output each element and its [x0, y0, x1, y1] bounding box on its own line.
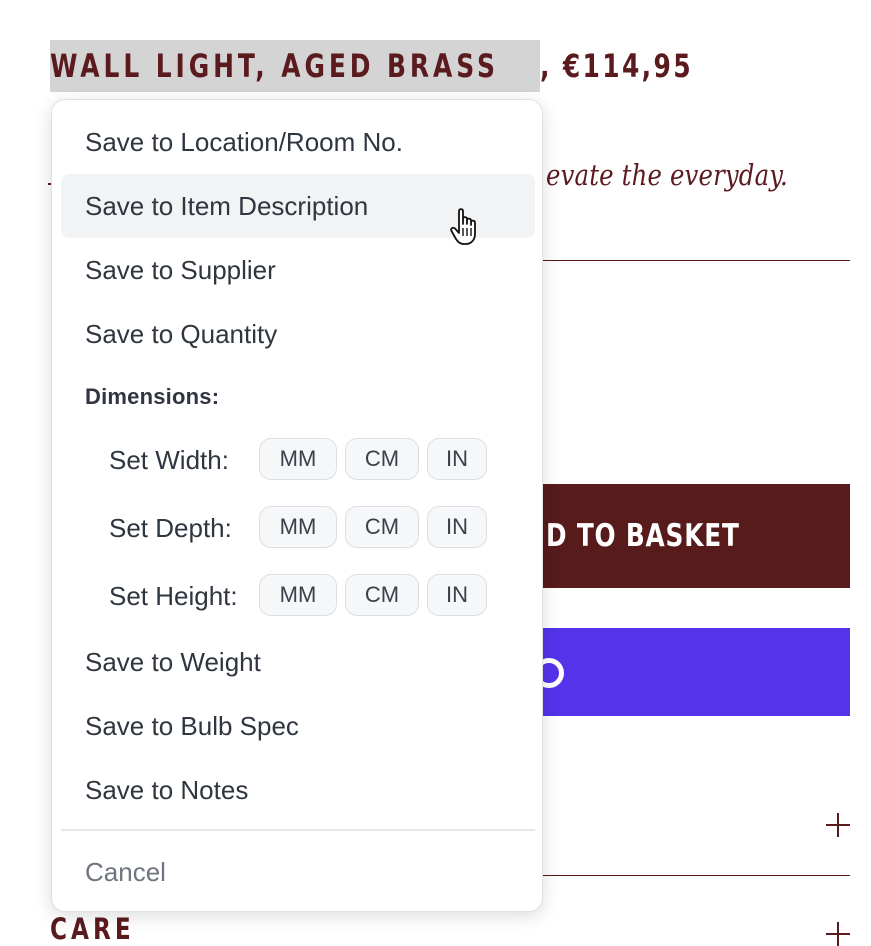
product-title: WALL LIGHT, AGED BRASS [50, 47, 499, 85]
product-tagline: evate the everyday. [546, 158, 788, 192]
shop-pay-button[interactable] [540, 628, 850, 716]
menu-item-label: Save to Quantity [85, 318, 278, 349]
selected-text-highlight: WALL LIGHT, AGED BRASS [50, 40, 540, 92]
shop-logo-icon [540, 658, 564, 688]
divider [540, 875, 850, 876]
menu-item-label: Save to Supplier [85, 254, 276, 285]
height-in-button[interactable]: IN [427, 574, 487, 616]
plus-icon[interactable] [826, 813, 850, 837]
dimension-row-width: Set Width: MM CM IN [109, 438, 487, 482]
product-price: , €114,95 [540, 47, 693, 85]
height-cm-button[interactable]: CM [345, 574, 419, 616]
dimension-label: Set Depth: [109, 512, 232, 543]
menu-item-label: Save to Item Description [85, 190, 369, 221]
dimensions-section-label: Dimensions: [85, 384, 220, 409]
dimension-label: Set Width: [109, 444, 229, 475]
menu-separator [61, 829, 535, 831]
menu-item-save-location[interactable]: Save to Location/Room No. [61, 110, 535, 174]
height-mm-button[interactable]: MM [259, 574, 337, 616]
menu-item-save-bulb-spec[interactable]: Save to Bulb Spec [61, 694, 535, 758]
width-mm-button[interactable]: MM [259, 438, 337, 480]
menu-item-label: Save to Weight [85, 646, 261, 677]
dimension-row-height: Set Height: MM CM IN [109, 574, 487, 618]
add-to-basket-button[interactable]: D TO BASKET [540, 484, 850, 588]
menu-item-save-quantity[interactable]: Save to Quantity [61, 302, 535, 366]
width-in-button[interactable]: IN [427, 438, 487, 480]
cancel-label: Cancel [85, 856, 166, 887]
menu-item-save-weight[interactable]: Save to Weight [61, 630, 535, 694]
product-title-row: WALL LIGHT, AGED BRASS [50, 40, 540, 92]
care-accordion-label[interactable]: CARE [50, 912, 135, 946]
cancel-button[interactable]: Cancel [61, 840, 535, 904]
plus-icon[interactable] [826, 922, 850, 946]
depth-mm-button[interactable]: MM [259, 506, 337, 548]
menu-item-label: Save to Bulb Spec [85, 710, 299, 741]
menu-item-label: Save to Location/Room No. [85, 126, 403, 157]
depth-in-button[interactable]: IN [427, 506, 487, 548]
menu-item-label: Save to Notes [85, 774, 249, 805]
depth-cm-button[interactable]: CM [345, 506, 419, 548]
divider [540, 260, 850, 261]
product-price-row: , €114,95 [540, 40, 736, 92]
menu-item-save-notes[interactable]: Save to Notes [61, 758, 535, 822]
dimension-label: Set Height: [109, 580, 238, 611]
width-cm-button[interactable]: CM [345, 438, 419, 480]
add-to-basket-label: D TO BASKET [546, 518, 740, 554]
dimension-row-depth: Set Depth: MM CM IN [109, 506, 487, 550]
hand-pointer-icon [450, 208, 476, 245]
